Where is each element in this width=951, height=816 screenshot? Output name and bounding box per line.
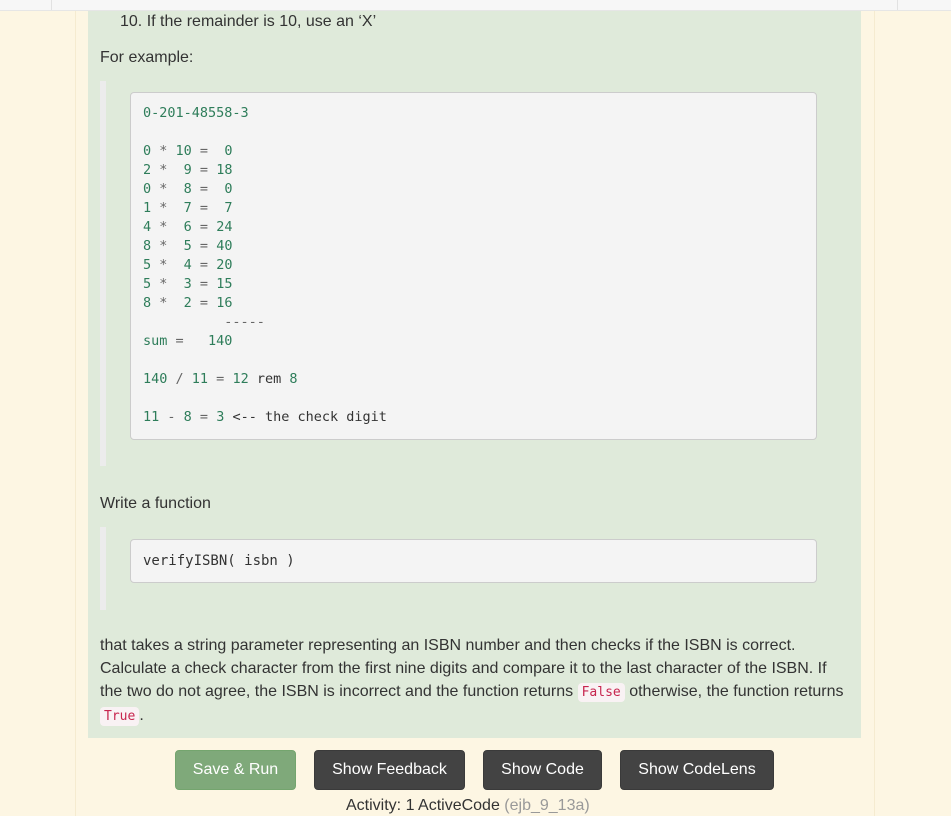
activity-label: Activity: 1 ActiveCode (ejb_9_13a)	[346, 797, 590, 815]
blockquote-bar	[100, 81, 106, 466]
activity-id: (ejb_9_13a)	[504, 797, 590, 814]
rule-list-item: 10. If the remainder is 10, use an ‘X’	[120, 13, 377, 30]
show-feedback-button[interactable]: Show Feedback	[314, 750, 465, 790]
true-literal: True	[100, 707, 140, 726]
question-description: 10. If the remainder is 10, use an ‘X’ F…	[88, 11, 861, 738]
product-row: 5 * 3 = 15	[143, 276, 233, 292]
weighted-products: 0 * 10 = 0 2 * 9 = 18 0 * 8 = 0 1 * 7 = …	[143, 143, 232, 311]
blockquote-bar	[100, 527, 106, 610]
browser-top-bar	[0, 0, 951, 11]
product-row: 0 * 8 = 0	[143, 181, 233, 197]
description-text: otherwise, the function returns	[624, 683, 844, 700]
for-example-label: For example:	[100, 49, 194, 66]
show-codelens-button[interactable]: Show CodeLens	[620, 750, 774, 790]
function-signature: verifyISBN( isbn )	[143, 552, 295, 569]
show-code-button[interactable]: Show Code	[483, 750, 602, 790]
page-margin-line	[874, 11, 875, 816]
product-row: 2 * 9 = 18	[143, 162, 233, 178]
function-signature-block: verifyISBN( isbn )	[130, 539, 817, 583]
divider	[897, 0, 898, 10]
product-row: 0 * 10 = 0	[143, 143, 233, 159]
write-function-label: Write a function	[100, 495, 211, 512]
product-row: 1 * 7 = 7	[143, 200, 233, 216]
page-margin-line	[75, 11, 76, 816]
save-and-run-button[interactable]: Save & Run	[175, 750, 296, 790]
sum-line: sum = 140	[143, 333, 233, 349]
product-row: 8 * 2 = 16	[143, 295, 233, 311]
function-description: that takes a string parameter representi…	[100, 634, 845, 728]
division-line: 140 / 11 = 12 rem 8	[143, 371, 298, 387]
product-row: 4 * 6 = 24	[143, 219, 233, 235]
description-text: .	[139, 707, 144, 724]
sum-underline: -----	[143, 314, 265, 330]
divider	[51, 0, 52, 10]
isbn-example: 0-201-48558-3	[143, 105, 249, 121]
example-code-block: 0-201-48558-3 0 * 10 = 0 2 * 9 = 18 0 * …	[130, 92, 817, 440]
product-row: 8 * 5 = 40	[143, 238, 233, 254]
activity-name: Activity: 1 ActiveCode	[346, 797, 500, 814]
false-literal: False	[577, 683, 625, 702]
check-digit-line: 11 - 8 = 3 <-- the check digit	[143, 409, 387, 425]
example-code: 0-201-48558-3 0 * 10 = 0 2 * 9 = 18 0 * …	[131, 93, 816, 427]
product-row: 5 * 4 = 20	[143, 257, 233, 273]
